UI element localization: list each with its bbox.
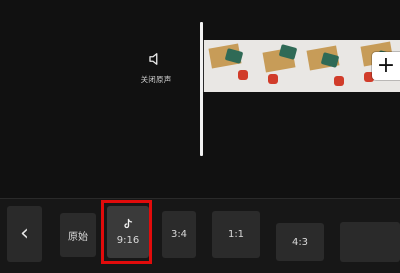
- clip-thumbnail: [204, 40, 254, 92]
- ratio-option-3-4[interactable]: 3:4: [162, 211, 196, 258]
- ratio-label: 原始: [68, 231, 88, 243]
- ratio-option-9-16[interactable]: 9:16: [107, 206, 149, 258]
- ratio-option-4-3[interactable]: 4:3: [276, 223, 324, 261]
- plus-icon: +: [376, 53, 396, 78]
- back-button[interactable]: ‹: [7, 206, 42, 262]
- mute-original-sound-button[interactable]: 关闭原声: [134, 50, 178, 85]
- ratio-label: 4:3: [291, 236, 309, 248]
- ratio-label: 1:1: [227, 229, 245, 240]
- ratio-option-partial[interactable]: [340, 222, 400, 262]
- tiktok-icon: [124, 218, 133, 229]
- ratio-label: 9:16: [116, 235, 140, 246]
- clip-thumbnail: [254, 40, 304, 92]
- add-clip-button[interactable]: +: [372, 52, 400, 80]
- clip-thumbnail: [304, 40, 354, 92]
- speaker-muted-icon: [149, 53, 163, 65]
- chevron-left-icon: ‹: [20, 221, 29, 246]
- ratio-label: 3:4: [170, 229, 188, 240]
- video-clip-strip[interactable]: [203, 40, 400, 92]
- mute-original-sound-label: 关闭原声: [140, 75, 172, 84]
- ratio-option-1-1[interactable]: 1:1: [212, 211, 260, 258]
- video-editor-screen: 关闭原声 + ‹ 原始 9:16 3:4 1:1 4:3: [0, 0, 400, 273]
- ratio-option-original[interactable]: 原始: [60, 213, 96, 257]
